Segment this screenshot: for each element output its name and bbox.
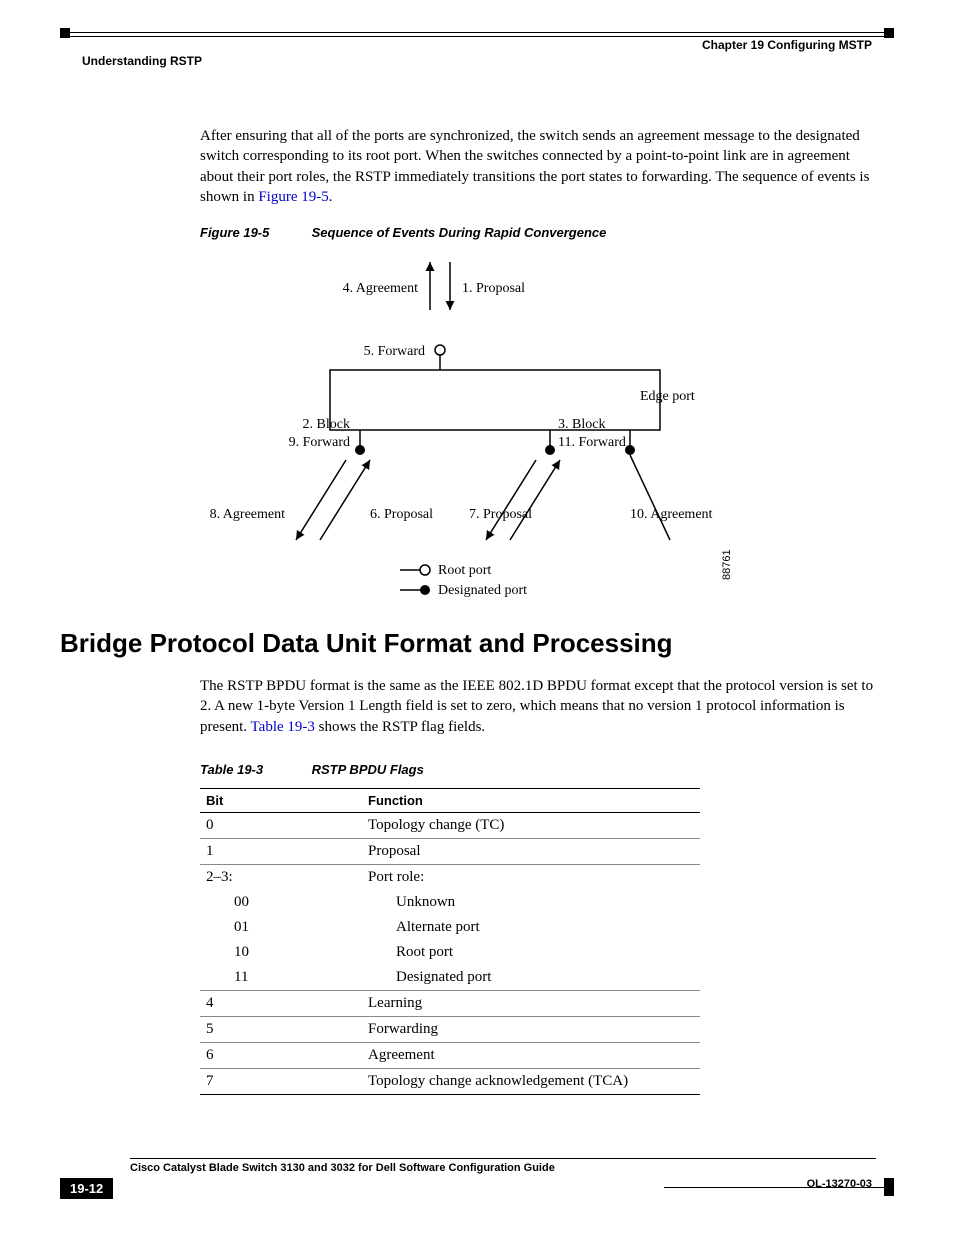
table-header-function: Function [362, 789, 700, 813]
cell-bit: 5 [200, 1017, 362, 1043]
label-10-agreement: 10. Agreement [630, 507, 713, 522]
cell-function: Learning [362, 991, 700, 1017]
footer-book-title: Cisco Catalyst Blade Switch 3130 and 303… [130, 1162, 555, 1174]
legend-root-port: Root port [438, 563, 491, 578]
label-7-proposal: 7. Proposal [469, 507, 532, 522]
table-row: 6Agreement [200, 1043, 700, 1069]
table-row: 10Root port [200, 940, 700, 965]
cell-bit: 10 [200, 940, 362, 965]
cell-bit: 6 [200, 1043, 362, 1069]
cell-bit: 2–3: [200, 865, 362, 891]
label-5-forward: 5. Forward [364, 344, 425, 359]
figure-caption: Figure 19-5 Sequence of Events During Ra… [200, 225, 606, 240]
figure-id: 88761 [721, 549, 733, 580]
cell-function: Designated port [362, 965, 700, 991]
table-row: 01Alternate port [200, 915, 700, 940]
label-11-forward: 11. Forward [558, 435, 626, 450]
page-number: 19-12 [60, 1178, 113, 1199]
label-9-forward: 9. Forward [289, 435, 350, 450]
cell-function: Unknown [362, 890, 700, 915]
header-decor-left [60, 28, 70, 38]
table-number: Table 19-3 [200, 762, 308, 777]
label-4-agreement: 4. Agreement [343, 281, 419, 296]
header-chapter: Chapter 19 Configuring MSTP [702, 38, 872, 52]
header-decor-right [884, 28, 894, 38]
label-1-proposal: 1. Proposal [462, 281, 525, 296]
cell-function: Agreement [362, 1043, 700, 1069]
table-row: 00Unknown [200, 890, 700, 915]
label-6-proposal: 6. Proposal [370, 507, 433, 522]
table-row: 11Designated port [200, 965, 700, 991]
label-3-block: 3. Block [558, 417, 605, 432]
cell-function: Port role: [362, 865, 700, 891]
legend-designated-port: Designated port [438, 583, 527, 598]
cell-bit: 01 [200, 915, 362, 940]
cell-function: Root port [362, 940, 700, 965]
cell-function: Proposal [362, 839, 700, 865]
table-row: 2–3:Port role: [200, 865, 700, 891]
footer-decor-right [884, 1178, 894, 1196]
heading-bpdu-format: Bridge Protocol Data Unit Format and Pro… [60, 628, 673, 659]
cell-function: Topology change acknowledgement (TCA) [362, 1069, 700, 1095]
footer-rule [130, 1158, 876, 1159]
table-row: 7Topology change acknowledgement (TCA) [200, 1069, 700, 1095]
cell-function: Forwarding [362, 1017, 700, 1043]
cell-bit: 1 [200, 839, 362, 865]
table-row: 0Topology change (TC) [200, 813, 700, 839]
figure-19-5-diagram: 4. Agreement 1. Proposal 5. Forward Edge… [200, 250, 760, 610]
label-edge-port: Edge port [640, 389, 695, 404]
header-rule-bottom [70, 36, 884, 37]
cell-bit: 7 [200, 1069, 362, 1095]
table-row: 5Forwarding [200, 1017, 700, 1043]
rstp-bpdu-flags-table: Bit Function 0Topology change (TC)1Propo… [200, 788, 700, 1095]
paragraph-2-text-b: shows the RSTP flag fields. [315, 719, 485, 735]
figure-number: Figure 19-5 [200, 225, 308, 240]
table-row: 1Proposal [200, 839, 700, 865]
cell-bit: 4 [200, 991, 362, 1017]
paragraph-1: After ensuring that all of the ports are… [200, 126, 876, 207]
table-header-bit: Bit [200, 789, 362, 813]
label-2-block: 2. Block [303, 417, 350, 432]
header-rule-top [70, 32, 884, 33]
table-caption: Table 19-3 RSTP BPDU Flags [200, 762, 424, 777]
label-8-agreement: 8. Agreement [210, 507, 286, 522]
header-section: Understanding RSTP [82, 54, 202, 68]
cell-bit: 11 [200, 965, 362, 991]
table-row: 4Learning [200, 991, 700, 1017]
cell-function: Alternate port [362, 915, 700, 940]
figure-19-5-link[interactable]: Figure 19-5 [258, 189, 328, 205]
cell-bit: 00 [200, 890, 362, 915]
figure-title: Sequence of Events During Rapid Converge… [312, 225, 607, 240]
table-title: RSTP BPDU Flags [312, 762, 424, 777]
cell-function: Topology change (TC) [362, 813, 700, 839]
cell-bit: 0 [200, 813, 362, 839]
paragraph-1-text-b: . [329, 189, 333, 205]
table-19-3-link[interactable]: Table 19-3 [251, 719, 315, 735]
footer-doc-id: OL-13270-03 [807, 1178, 872, 1190]
paragraph-2: The RSTP BPDU format is the same as the … [200, 676, 876, 737]
